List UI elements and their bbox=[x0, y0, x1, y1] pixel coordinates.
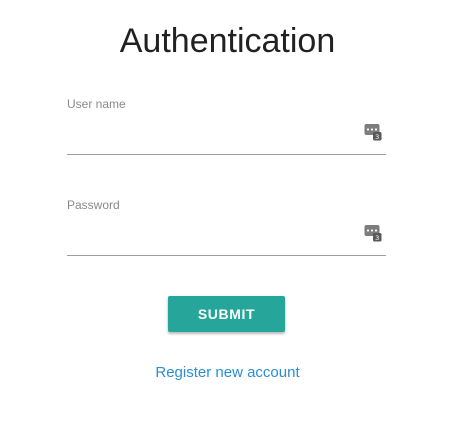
submit-button[interactable]: SUBMIT bbox=[168, 296, 285, 332]
register-link[interactable]: Register new account bbox=[0, 364, 455, 381]
password-manager-icon[interactable]: 3 bbox=[364, 123, 382, 141]
password-manager-icon[interactable]: 3 bbox=[364, 224, 382, 242]
username-input[interactable] bbox=[67, 119, 357, 147]
password-underline bbox=[67, 255, 386, 256]
username-label: User name bbox=[67, 97, 126, 111]
auth-page: Authentication User name 3 Password 3 SU… bbox=[0, 0, 455, 434]
username-underline bbox=[67, 154, 386, 155]
username-field: User name 3 bbox=[67, 97, 386, 155]
svg-text:3: 3 bbox=[375, 234, 379, 242]
password-field: Password 3 bbox=[67, 198, 386, 256]
page-title: Authentication bbox=[119, 22, 336, 60]
password-input[interactable] bbox=[67, 220, 357, 248]
svg-text:3: 3 bbox=[375, 133, 379, 141]
password-label: Password bbox=[67, 198, 120, 212]
